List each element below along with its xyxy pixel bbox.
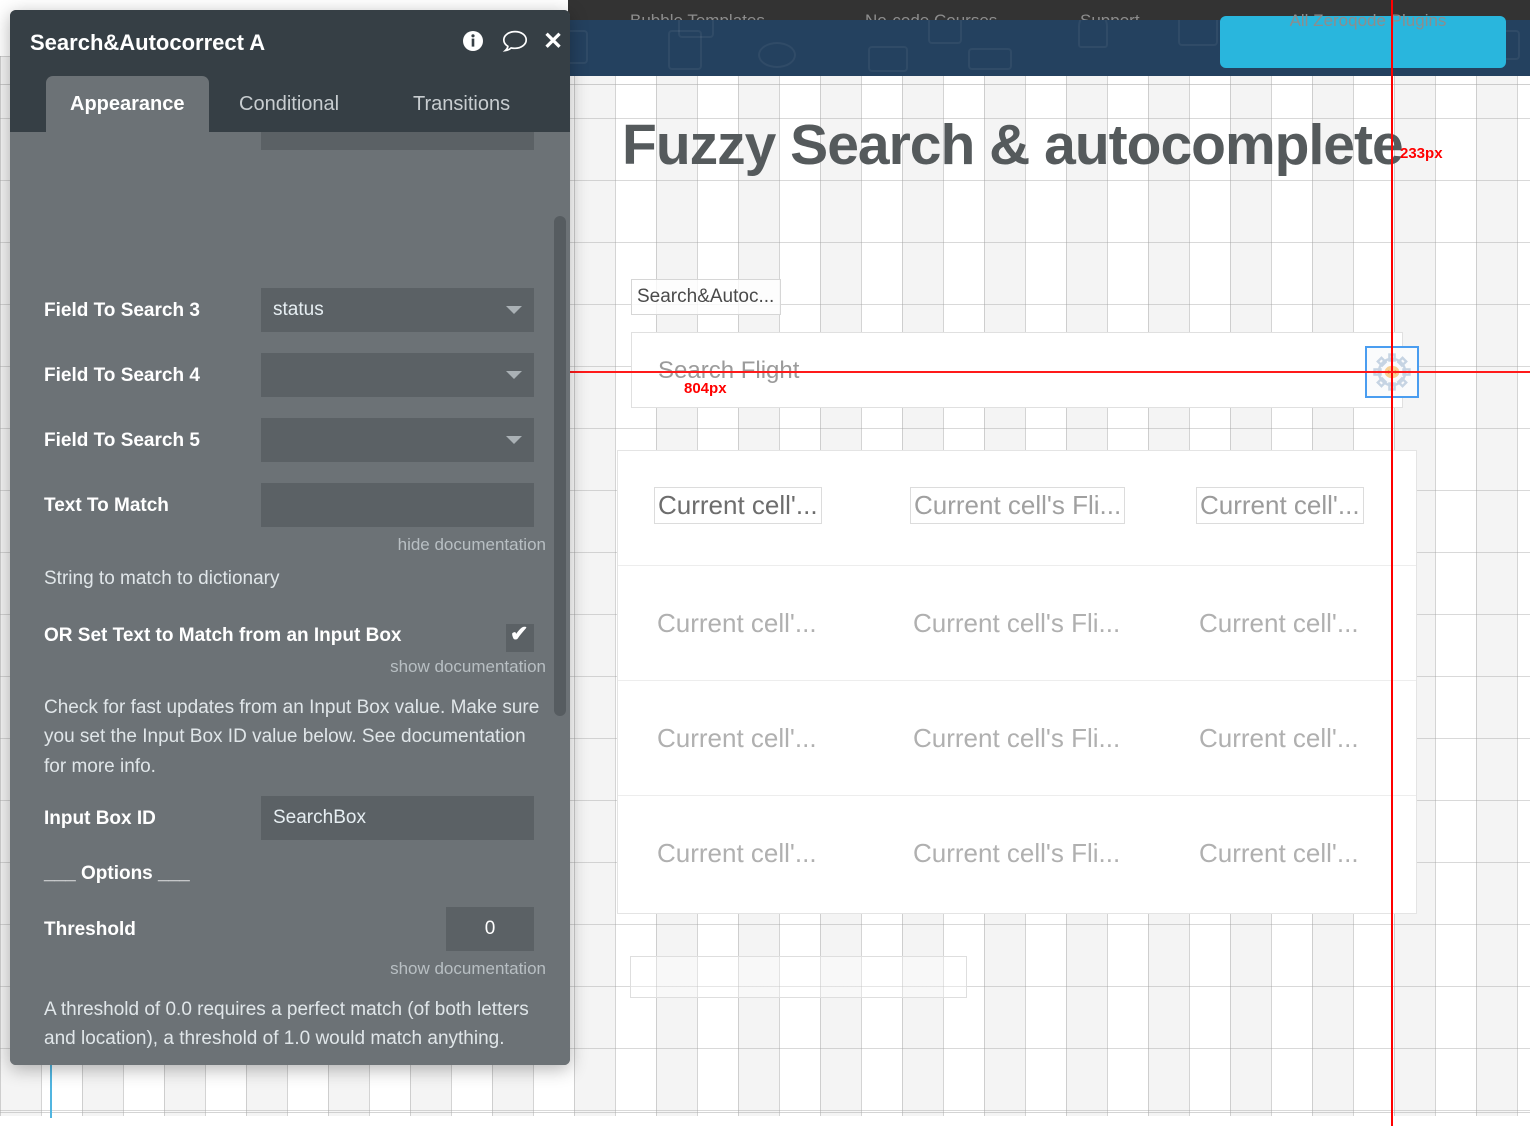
all-zeroqode-plugins-label: All Zeroqode Plugins [1289,11,1447,30]
property-panel-tabs: Appearance Conditional Transitions [10,76,570,132]
banner-deco-video-icon [968,48,1012,70]
property-panel-body: Field To Search 3 status Field To Search… [10,132,570,1065]
canvas-bottom-edge [0,1112,1530,1113]
tab-transitions[interactable]: Transitions [389,76,534,132]
table-row[interactable]: Current cell'... Current cell's Fli... C… [618,796,1416,911]
table-row[interactable]: Current cell'... Current cell's Fli... C… [618,681,1416,796]
table-cell: Current cell'... [1199,723,1359,753]
field-to-search-5-label: Field To Search 5 [44,430,200,451]
threshold-input[interactable]: 0 [446,907,534,951]
blue-alignment-guide [50,1063,52,1118]
comment-icon[interactable] [502,30,528,56]
property-panel-titlebar: Search&Autocorrect A ✕ [10,10,570,76]
field-to-search-4-dropdown[interactable] [261,353,534,397]
options-section-heading: ___ Options ___ [44,863,190,884]
or-set-text-to-match-checkbox[interactable] [506,621,534,652]
hide-documentation-link-text-to-match[interactable]: hide documentation [398,535,546,555]
table-cell: Current cell'... [1196,487,1364,524]
empty-element-outline[interactable] [630,956,967,998]
text-to-match-label: Text To Match [44,495,169,516]
banner-deco-shield-icon [928,20,962,44]
chevron-down-icon [506,436,522,444]
horizontal-alignment-guide [568,371,1530,373]
text-to-match-input[interactable] [261,483,534,527]
table-cell: Current cell'... [657,838,817,868]
property-panel-scrollbar[interactable] [554,216,566,716]
threshold-label: Threshold [44,919,136,940]
field-to-search-3-dropdown[interactable]: status [261,288,534,332]
input-box-documentation: Check for fast updates from an Input Box… [44,697,540,777]
table-cell: Current cell'... [1199,838,1359,868]
field-to-search-5-dropdown[interactable] [261,418,534,462]
banner-deco-chart-icon [1178,20,1218,46]
measure-label-horizontal: 804px [684,380,727,397]
table-cell: Current cell'... [657,608,817,638]
table-cell: Current cell's Fli... [913,723,1121,753]
banner-deco-image-icon [678,20,714,38]
threshold-documentation: A threshold of 0.0 requires a perfect ma… [44,999,529,1050]
table-row[interactable]: Current cell'... Current cell's Fli... C… [618,451,1416,566]
element-property-editor[interactable]: Search&Autocorrect A ✕ Appearance Condit… [10,10,570,1065]
plugin-element-badge[interactable]: Search&Autoc... [631,279,781,315]
table-cell: Current cell'... [657,723,817,753]
field-to-search-2-dropdown-partial[interactable] [261,132,534,150]
chevron-down-icon [506,371,522,379]
repeating-group-results[interactable]: Current cell'... Current cell's Fli... C… [617,450,1417,914]
plugin-element-badge-label: Search&Autoc... [637,286,775,307]
editor-screenshot: Bubble Templates No-code Courses Support… [0,0,1530,1126]
input-box-id-input[interactable]: SearchBox [261,796,534,840]
page-title: Fuzzy Search & autocomplete [622,113,1404,177]
info-icon[interactable] [462,30,484,56]
property-panel-title: Search&Autocorrect A [30,30,266,55]
table-cell: Current cell's Fli... [910,487,1126,524]
tab-appearance[interactable]: Appearance [46,76,209,132]
table-cell: Current cell'... [1199,608,1359,638]
or-set-text-to-match-label: OR Set Text to Match from an Input Box [44,625,402,646]
chevron-down-icon [506,306,522,314]
banner-deco-left-icon [568,30,588,64]
field-to-search-3-value: status [273,299,324,320]
input-box-id-value: SearchBox [273,807,366,828]
measure-label-vertical: 233px [1400,145,1443,162]
table-cell: Current cell's Fli... [913,608,1121,638]
text-to-match-documentation: String to match to dictionary [44,568,280,589]
field-to-search-4-label: Field To Search 4 [44,365,200,386]
table-row[interactable]: Current cell'... Current cell's Fli... C… [618,566,1416,681]
show-documentation-link-threshold[interactable]: show documentation [390,959,546,979]
table-cell: Current cell'... [654,487,822,524]
banner-deco-tag-icon [758,42,796,68]
table-cell: Current cell's Fli... [913,838,1121,868]
input-box-id-label: Input Box ID [44,808,156,829]
vertical-alignment-guide [1391,0,1393,1126]
close-icon[interactable]: ✕ [543,30,563,54]
field-to-search-3-label: Field To Search 3 [44,300,200,321]
banner-deco-hand-icon [1078,20,1108,48]
tab-conditional[interactable]: Conditional [215,76,363,132]
banner-deco-frame-icon [868,46,908,72]
show-documentation-link-input-box[interactable]: show documentation [390,657,546,677]
